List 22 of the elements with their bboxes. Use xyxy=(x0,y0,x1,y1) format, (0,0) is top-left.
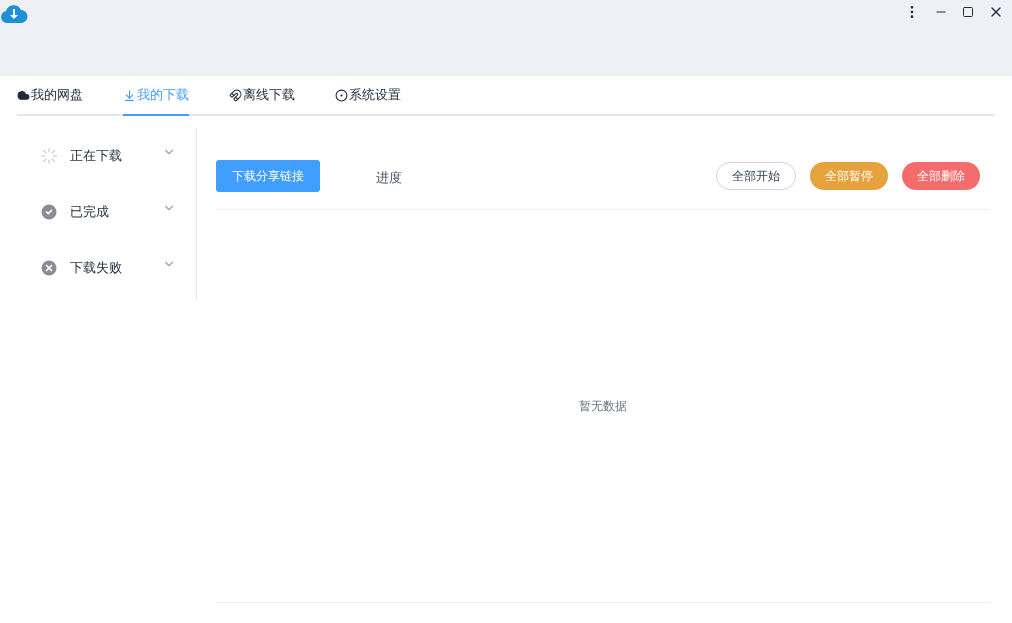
maximize-icon xyxy=(962,6,974,18)
nav-tab[interactable]: 离线下载 xyxy=(229,76,295,116)
magnet-icon xyxy=(229,88,242,102)
nav-tab[interactable]: 我的网盘 xyxy=(17,76,83,116)
maximize-button[interactable] xyxy=(962,6,974,18)
sidebar-item-label: 已完成 xyxy=(70,203,110,222)
cloud-icon xyxy=(17,88,30,102)
sidebar-item[interactable]: 下载失败 xyxy=(17,240,196,296)
sidebar-item-label: 正在下载 xyxy=(70,147,123,166)
x-circle-icon xyxy=(39,258,59,278)
check-circle-icon xyxy=(39,202,59,222)
action-button[interactable]: 全部开始 xyxy=(716,161,796,190)
download-icon xyxy=(123,88,136,102)
spinner-icon xyxy=(40,147,58,165)
sidebar-item[interactable]: 已完成 xyxy=(17,184,196,240)
nav-tab[interactable]: 系统设置 xyxy=(335,76,401,116)
cloud-download-logo-icon xyxy=(0,3,28,25)
settings-icon xyxy=(335,88,348,102)
empty-message: 暂无数据 xyxy=(579,398,627,415)
sidebar-item[interactable]: 正在下载 xyxy=(17,128,196,184)
progress-label: 进度 xyxy=(376,168,402,187)
sidebar-item-label: 下载失败 xyxy=(70,259,123,278)
